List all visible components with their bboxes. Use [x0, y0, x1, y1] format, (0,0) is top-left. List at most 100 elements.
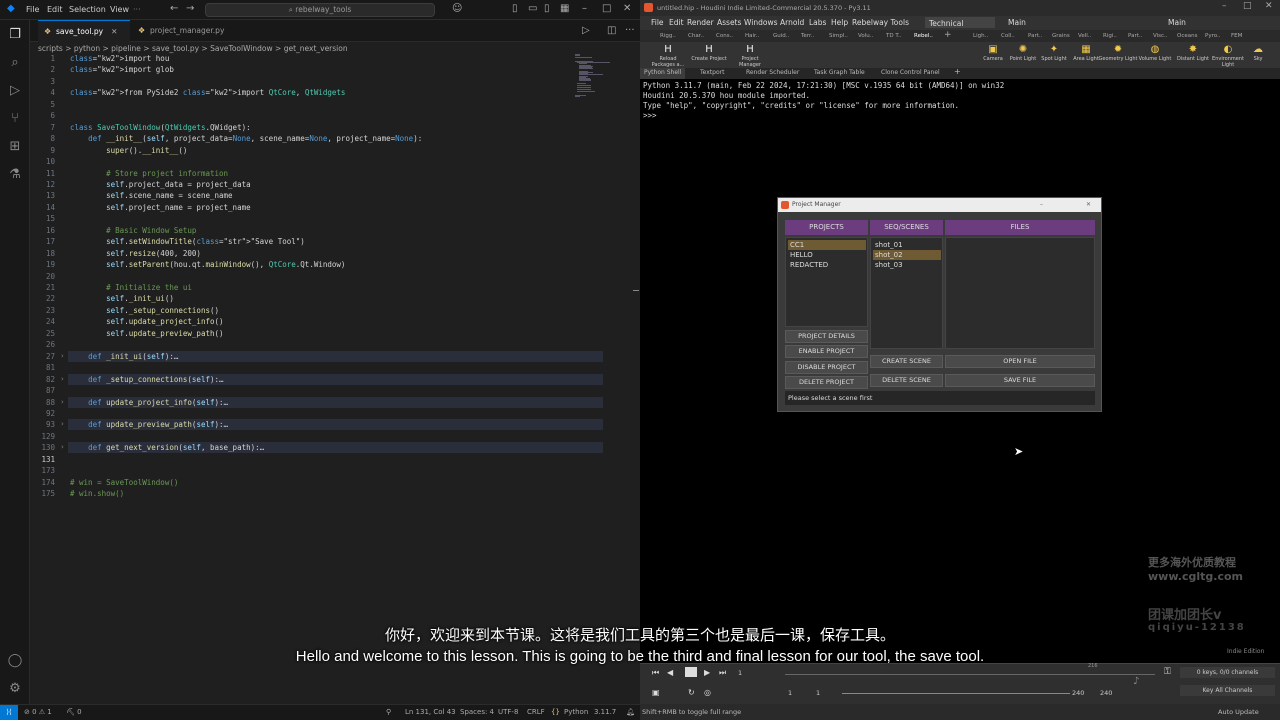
menu-file[interactable]: File: [651, 18, 664, 27]
menu-windows[interactable]: Windows: [744, 18, 777, 27]
audio-icon[interactable]: ♪: [1133, 676, 1139, 687]
fold-chevron-icon[interactable]: ›: [61, 420, 64, 428]
light-tool-geometry-light[interactable]: ✹ Geometry Light: [1098, 44, 1138, 62]
code-line[interactable]: self.update_preview_path(): [70, 329, 223, 338]
menu-arnold[interactable]: Arnold: [780, 18, 804, 27]
code-line[interactable]: # Basic Window Setup: [70, 226, 196, 235]
save-file-button[interactable]: SAVE FILE: [945, 374, 1095, 387]
code-line[interactable]: class="kw2">from PySide2 class="kw2">imp…: [70, 88, 345, 97]
menu-help[interactable]: Help: [831, 18, 848, 27]
range-start[interactable]: 1: [788, 689, 792, 697]
more-menu-icon[interactable]: ···: [133, 5, 141, 14]
light-tool-distant-light[interactable]: ✸ Distant Light: [1173, 44, 1213, 62]
key-icon[interactable]: ⚿: [1164, 667, 1171, 677]
explorer-icon[interactable]: ❐: [6, 26, 24, 44]
add-pane-tab-icon[interactable]: +: [954, 67, 961, 76]
list-item-scene[interactable]: shot_03: [873, 260, 941, 270]
code-line[interactable]: # win.show(): [70, 489, 124, 498]
tab-project-manager[interactable]: ❖ project_manager.py: [132, 20, 236, 42]
shelf-tab[interactable]: FEM: [1231, 33, 1242, 39]
playback-start[interactable]: 1: [816, 689, 820, 697]
shelf-tab[interactable]: Char..: [688, 33, 704, 39]
tab-python-shell[interactable]: Python Shell: [640, 68, 686, 79]
shelf-tab[interactable]: Coll..: [1001, 33, 1015, 39]
forward-arrow-icon[interactable]: →: [186, 0, 194, 19]
shelf-tab[interactable]: Simpl..: [829, 33, 848, 39]
layout-sidebar-icon[interactable]: ▯: [512, 0, 518, 19]
list-item-project[interactable]: REDACTED: [788, 260, 866, 270]
fold-chevron-icon[interactable]: ›: [61, 352, 64, 360]
files-list[interactable]: [945, 237, 1095, 349]
tab-render-scheduler[interactable]: Render Scheduler: [746, 69, 799, 76]
menu-edit[interactable]: Edit: [669, 18, 684, 27]
enable-project-button[interactable]: ENABLE PROJECT: [785, 345, 868, 358]
reload-packages-tool[interactable]: H Reload Packages a...: [648, 44, 688, 68]
code-line[interactable]: class="kw2">import hou: [70, 54, 169, 63]
menu-selection[interactable]: Selection: [69, 5, 106, 14]
back-arrow-icon[interactable]: ←: [170, 0, 178, 19]
realtime-icon[interactable]: ▣: [652, 688, 660, 697]
close-icon[interactable]: ✕: [623, 0, 631, 19]
desktop-select[interactable]: Technical: [925, 17, 995, 28]
create-scene-button[interactable]: CREATE SCENE: [870, 355, 943, 368]
code-line[interactable]: def _init_ui(self):…: [70, 352, 178, 361]
shelf-tab[interactable]: Oceans: [1177, 33, 1197, 39]
run-file-icon[interactable]: ▷: [582, 21, 590, 41]
run-debug-icon[interactable]: ▷: [6, 82, 24, 100]
shelf-tab-rebelway[interactable]: Rebel..: [914, 33, 933, 39]
jump-end-icon[interactable]: ⏭: [719, 668, 726, 678]
project-details-button[interactable]: PROJECT DETAILS: [785, 330, 868, 343]
playback-end[interactable]: 240: [1072, 689, 1084, 697]
project-manager-tool[interactable]: H Project Manager: [730, 44, 770, 68]
cursor-position[interactable]: Ln 131, Col 43: [405, 708, 456, 716]
copilot-icon[interactable]: ☺: [452, 0, 462, 19]
projects-list[interactable]: CC1 HELLO REDACTED: [785, 237, 868, 327]
close-icon[interactable]: ✕: [1265, 1, 1273, 11]
shelf-tab[interactable]: Grains: [1052, 33, 1070, 39]
main-select-2[interactable]: Main: [1168, 18, 1186, 27]
command-center-search[interactable]: ⌕ rebelway_tools: [205, 3, 435, 17]
shelf-tab[interactable]: Cons..: [716, 33, 733, 39]
shelf-tab[interactable]: Terr..: [801, 33, 814, 39]
code-line[interactable]: self.setParent(hou.qt.mainWindow(), QtCo…: [70, 260, 345, 269]
code-line[interactable]: class SaveToolWindow(QtWidgets.QWidget):: [70, 123, 251, 132]
minimize-icon[interactable]: –: [1040, 198, 1043, 212]
extensions-icon[interactable]: ⊞: [6, 138, 24, 156]
shelf-tab[interactable]: Rigg..: [660, 33, 676, 39]
settings-gear-icon[interactable]: ⚙: [6, 680, 24, 698]
code-line[interactable]: # Store project information: [70, 169, 228, 178]
code-line[interactable]: def update_preview_path(self):…: [70, 420, 228, 429]
light-tool-sky[interactable]: ☁ Sky: [1238, 44, 1278, 62]
more-actions-icon[interactable]: ···: [625, 21, 635, 41]
shelf-tab[interactable]: Rigi..: [1103, 33, 1117, 39]
code-line[interactable]: super().__init__(): [70, 146, 187, 155]
tab-close-icon[interactable]: ✕: [111, 27, 117, 36]
python-console[interactable]: Python 3.11.7 (main, Feb 22 2024, 17:21:…: [643, 81, 1004, 121]
key-all-channels[interactable]: Key All Channels: [1180, 685, 1275, 696]
list-item-scene[interactable]: shot_01: [873, 240, 941, 250]
maximize-icon[interactable]: □: [602, 0, 611, 19]
list-item-scene[interactable]: shot_02: [873, 250, 941, 260]
shelf-tab[interactable]: Volu..: [858, 33, 873, 39]
step-back-icon[interactable]: ◀: [667, 668, 673, 677]
code-editor[interactable]: 1 class="kw2">import hou 2 class="kw2">impo…: [30, 54, 640, 694]
fold-chevron-icon[interactable]: ›: [61, 375, 64, 383]
auto-update-select[interactable]: Auto Update: [1218, 708, 1259, 716]
current-frame[interactable]: 1: [738, 669, 742, 677]
shelf-tab[interactable]: Guid..: [773, 33, 789, 39]
shelf-tab[interactable]: Visc..: [1153, 33, 1168, 39]
code-line[interactable]: self.project_name = project_name: [70, 203, 251, 212]
code-line[interactable]: self.scene_name = scene_name: [70, 191, 232, 200]
range-end[interactable]: 240: [1100, 689, 1112, 697]
language-mode[interactable]: Python: [564, 708, 588, 716]
code-line[interactable]: def update_project_info(self):…: [70, 398, 228, 407]
code-line[interactable]: class="kw2">import glob: [70, 65, 174, 74]
code-line[interactable]: # Initialize the ui: [70, 283, 192, 292]
main-select[interactable]: Main: [1008, 18, 1026, 27]
add-shelf-icon[interactable]: +: [944, 30, 952, 40]
zoom-icon[interactable]: ⚲: [386, 708, 391, 716]
maximize-icon[interactable]: □: [1243, 1, 1252, 11]
list-item-project[interactable]: CC1: [788, 240, 866, 250]
minimize-icon[interactable]: –: [1222, 1, 1227, 11]
close-icon[interactable]: ✕: [1086, 198, 1091, 212]
